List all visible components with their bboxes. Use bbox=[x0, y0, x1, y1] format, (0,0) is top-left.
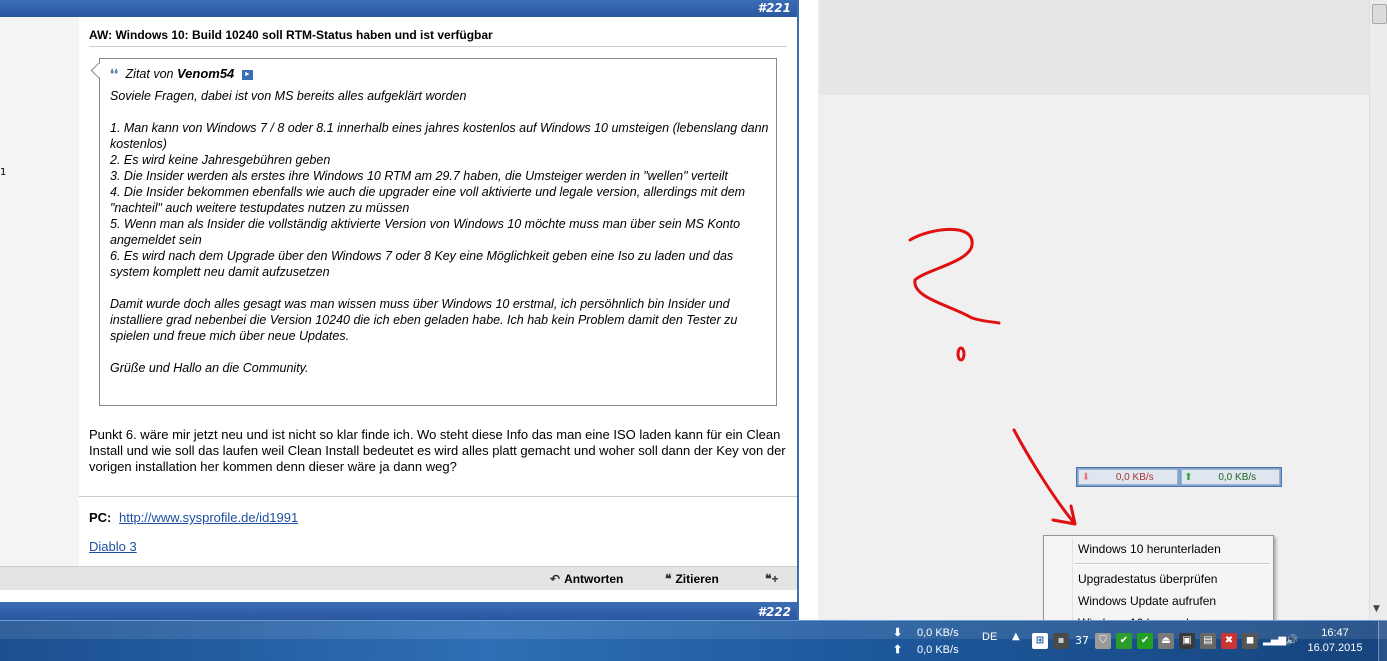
next-post-header: #222 bbox=[0, 602, 797, 620]
next-post-number[interactable]: #222 bbox=[758, 605, 791, 619]
quote-pointer bbox=[90, 62, 107, 79]
security-check-icon[interactable]: ✔ bbox=[1116, 633, 1132, 649]
taskbar-clock[interactable]: 16:47 16.07.2015 bbox=[1300, 626, 1370, 656]
title-divider bbox=[89, 46, 787, 47]
vertical-scrollbar[interactable]: ▼ bbox=[1369, 0, 1387, 620]
quote-list-item: 6. Es wird nach dem Upgrade über den Win… bbox=[110, 249, 734, 279]
speaker-muted-icon[interactable]: ✖ bbox=[1221, 633, 1237, 649]
tray-app-icon[interactable]: ▪ bbox=[1053, 633, 1069, 649]
quote-list: 1. Man kann von Windows 7 / 8 oder 8.1 i… bbox=[110, 120, 770, 280]
menu-separator bbox=[1074, 563, 1270, 565]
signature-pc-label: PC: bbox=[89, 510, 112, 525]
post-header: #221 bbox=[0, 0, 797, 17]
download-arrow-icon: ⬇ bbox=[1081, 471, 1091, 483]
tray-app-icon-2[interactable]: ▤ bbox=[1200, 633, 1216, 649]
system-tray: ⊞ ▪ 37 ⛉ ✔ ✔ ⏏ ▣ ▤ ✖ ◼ ▂▄▆ 🔊 bbox=[1032, 633, 1300, 649]
quote-text: Soviele Fragen, dabei ist von MS bereits… bbox=[110, 88, 770, 392]
quote-header: ❛❛ Zitat von Venom54 ► bbox=[110, 66, 253, 82]
language-indicator[interactable]: DE bbox=[982, 631, 997, 643]
post-title: AW: Windows 10: Build 10240 soll RTM-Sta… bbox=[89, 28, 493, 42]
post-body: AW: Windows 10: Build 10240 soll RTM-Sta… bbox=[79, 17, 798, 566]
author-info-fragment: 1 bbox=[0, 167, 7, 178]
view-post-icon[interactable]: ► bbox=[241, 69, 253, 80]
down-arrow-icon: ⬇ bbox=[893, 627, 903, 639]
multiquote-plus-icon: ❝+ bbox=[765, 572, 779, 586]
quote-closing: Damit wurde doch alles gesagt was man wi… bbox=[110, 297, 738, 343]
reply-button[interactable]: ↶ Antworten bbox=[550, 572, 623, 586]
reply-arrow-icon: ↶ bbox=[550, 572, 561, 586]
clock-time: 16:47 bbox=[1321, 627, 1349, 639]
taskbar-network-speed[interactable]: ⬇ 0,0 KB/s ⬆ 0,0 KB/s bbox=[893, 624, 959, 658]
show-hidden-icons-chevron-icon[interactable]: ▲ bbox=[1012, 631, 1020, 642]
signature-pc: PC: http://www.sysprofile.de/id1991 bbox=[89, 510, 298, 525]
quote-button[interactable]: ❝ Zitieren bbox=[665, 572, 719, 586]
post-separator bbox=[0, 590, 797, 602]
scroll-down-arrow-icon[interactable]: ▼ bbox=[1373, 604, 1380, 614]
menu-item-download-windows10[interactable]: Windows 10 herunterladen bbox=[1078, 542, 1221, 556]
network-meter-widget: ⬇ 0,0 KB/s ⬆ 0,0 KB/s bbox=[1076, 467, 1282, 487]
post-action-bar: ↶ Antworten ❝ Zitieren ❝+ bbox=[0, 566, 797, 591]
quote-bubble-icon: ❝ bbox=[665, 572, 672, 586]
quote-box: ❛❛ Zitat von Venom54 ► Soviele Fragen, d… bbox=[90, 58, 777, 406]
menu-item-open-windows-update[interactable]: Windows Update aufrufen bbox=[1078, 594, 1216, 608]
tray-app-icon-3[interactable]: ◼ bbox=[1242, 633, 1258, 649]
upload-arrow-icon: ⬆ bbox=[1184, 471, 1193, 483]
quote-author: Venom54 bbox=[176, 66, 235, 81]
menu-gutter bbox=[1072, 538, 1073, 632]
quote-list-item: 3. Die Insider werden als erstes ihre Wi… bbox=[110, 169, 728, 183]
quote-icon: ❛❛ bbox=[110, 67, 119, 81]
quote-list-item: 4. Die Insider bekommen ebenfalls wie au… bbox=[110, 185, 746, 215]
taskbar-download-rate: 0,0 KB/s bbox=[917, 626, 959, 639]
volume-icon[interactable]: 🔊 bbox=[1284, 633, 1300, 649]
antivirus-ok-icon[interactable]: ✔ bbox=[1137, 633, 1153, 649]
scroll-thumb[interactable] bbox=[1372, 4, 1387, 24]
quote-list-item: 5. Wenn man als Insider die vollständig … bbox=[110, 217, 741, 247]
taskbar-upload-rate: 0,0 KB/s bbox=[917, 643, 959, 656]
post-number[interactable]: #221 bbox=[758, 1, 791, 15]
signature-divider bbox=[79, 496, 797, 497]
download-rate: 0,0 KB/s bbox=[1115, 471, 1154, 483]
download-meter: ⬇ 0,0 KB/s bbox=[1078, 469, 1178, 485]
reply-button-label: Antworten bbox=[564, 572, 624, 586]
quote-list-item: 2. Es wird keine Jahresgebühren geben bbox=[110, 153, 331, 167]
taskbar: ⬇ 0,0 KB/s ⬆ 0,0 KB/s DE ▲ ⊞ ▪ 37 ⛉ ✔ ✔ ⏏ … bbox=[0, 620, 1387, 661]
clock-date: 16.07.2015 bbox=[1307, 642, 1363, 654]
shield-icon[interactable]: ⛉ bbox=[1095, 633, 1111, 649]
quote-prefix: Zitat von bbox=[125, 67, 174, 81]
signature-pc-link[interactable]: http://www.sysprofile.de/id1991 bbox=[119, 510, 298, 525]
post-author-column: 1 bbox=[0, 17, 79, 566]
menu-item-check-upgrade-status[interactable]: Upgradestatus überprüfen bbox=[1078, 572, 1217, 586]
up-arrow-icon: ⬆ bbox=[893, 644, 903, 656]
quote-list-item: 1. Man kann von Windows 7 / 8 oder 8.1 i… bbox=[110, 121, 769, 151]
usb-device-icon[interactable]: ⏏ bbox=[1158, 633, 1174, 649]
upload-meter: ⬆ 0,0 KB/s bbox=[1180, 469, 1280, 485]
quote-greeting: Grüße und Hallo an die Community. bbox=[110, 361, 309, 375]
show-desktop-button[interactable] bbox=[1378, 621, 1387, 661]
network-signal-icon[interactable]: ▂▄▆ bbox=[1263, 633, 1286, 649]
reply-text: Punkt 6. wäre mir jetzt neu und ist nich… bbox=[89, 427, 786, 474]
post-border bbox=[797, 0, 799, 620]
windows-logo-icon[interactable]: ⊞ bbox=[1032, 633, 1048, 649]
multiquote-button[interactable]: ❝+ bbox=[765, 572, 778, 586]
temperature-label[interactable]: 37 bbox=[1074, 633, 1090, 649]
signature-game-link[interactable]: Diablo 3 bbox=[89, 539, 137, 554]
tray-monitor-icon[interactable]: ▣ bbox=[1179, 633, 1195, 649]
quote-intro: Soviele Fragen, dabei ist von MS bereits… bbox=[110, 89, 467, 103]
right-top-panel bbox=[819, 0, 1369, 95]
upload-rate: 0,0 KB/s bbox=[1218, 471, 1257, 483]
quote-button-label: Zitieren bbox=[675, 572, 719, 586]
